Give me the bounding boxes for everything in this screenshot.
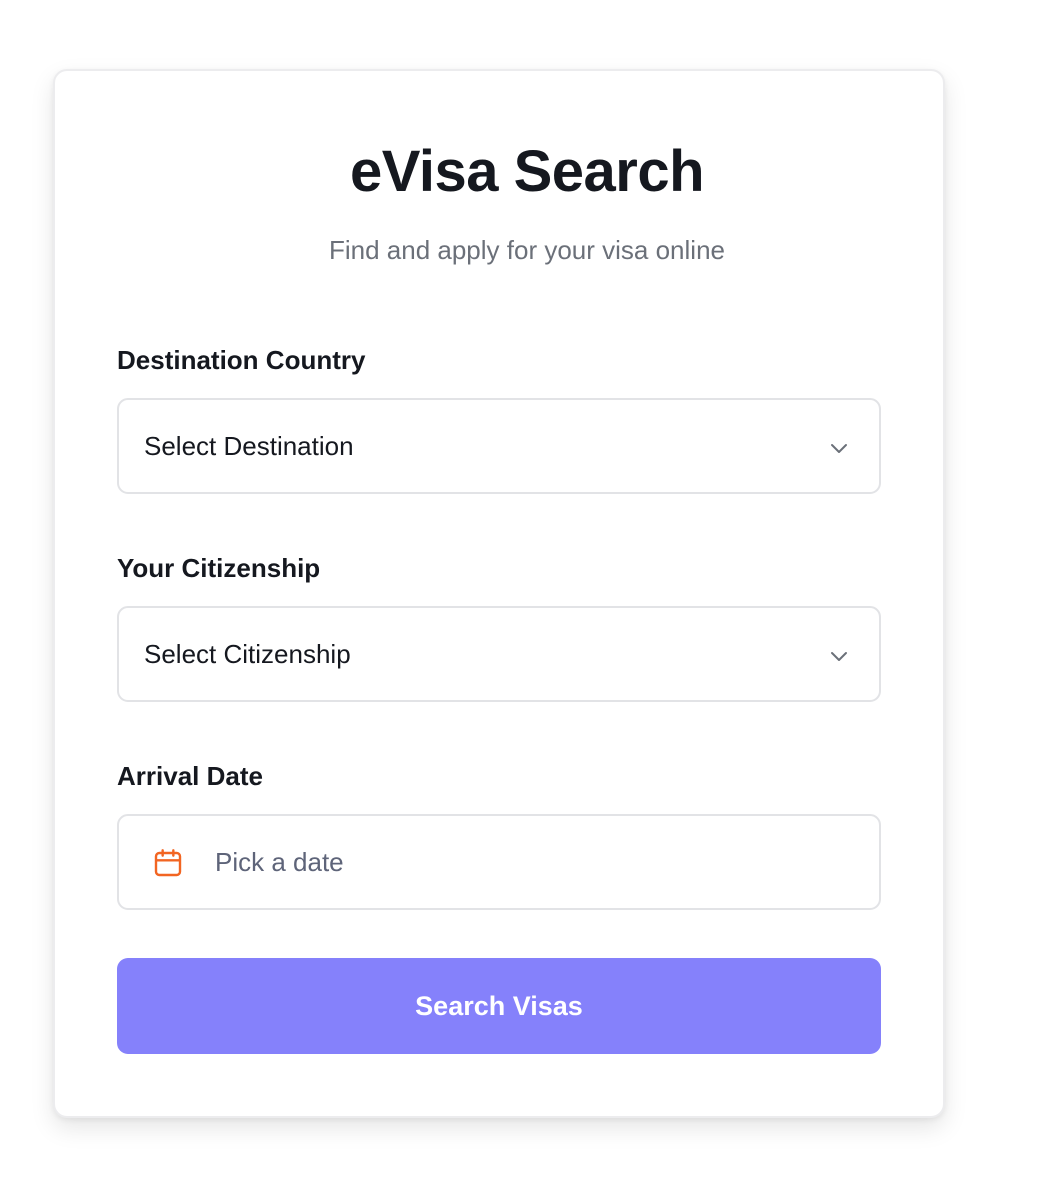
destination-country-label: Destination Country <box>117 345 366 375</box>
chevron-down-icon <box>831 444 847 453</box>
page-title: eVisa Search <box>349 139 705 204</box>
citizenship-label: Your Citizenship <box>117 553 321 583</box>
chevron-down-icon <box>831 652 847 661</box>
calendar-icon <box>154 849 182 877</box>
destination-country-value: Select Destination <box>144 431 354 461</box>
citizenship-select[interactable]: Select Citizenship <box>117 606 881 702</box>
search-visas-button[interactable]: Search Visas <box>117 958 881 1054</box>
destination-country-select[interactable]: Select Destination <box>117 398 881 494</box>
citizenship-value: Select Citizenship <box>144 639 351 669</box>
page-subtitle: Find and apply for your visa online <box>328 235 725 265</box>
arrival-date-picker[interactable]: Pick a date <box>117 814 881 910</box>
arrival-date-label: Arrival Date <box>117 761 263 791</box>
arrival-date-placeholder: Pick a date <box>215 847 344 877</box>
